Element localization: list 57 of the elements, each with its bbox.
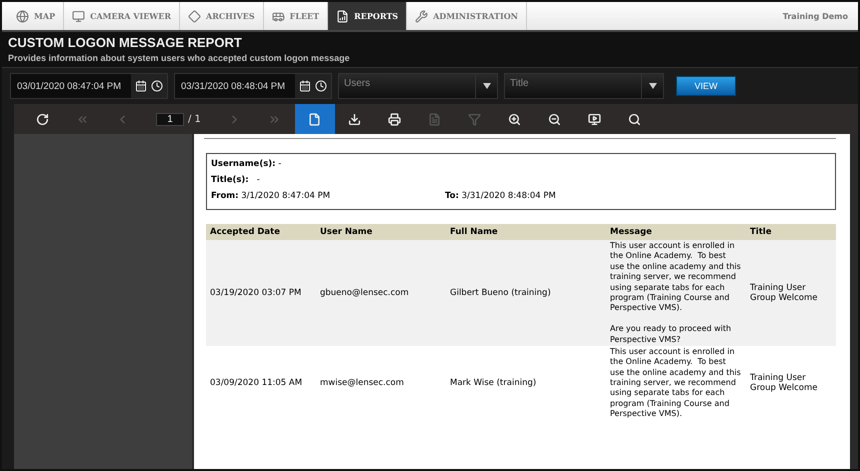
page-icon: [308, 112, 322, 126]
table-cell: Gilbert Bueno (training): [446, 240, 606, 346]
table-cell: 03/09/2020 11:05 AM: [206, 346, 316, 421]
table-cell: Training User Group Welcome: [746, 240, 836, 346]
search-icon: [628, 112, 642, 126]
titles-text: Title(s): -: [211, 175, 260, 185]
globe-icon: [16, 10, 29, 22]
table-cell: mwise@lensec.com: [316, 346, 446, 421]
table-cell: 03/19/2020 03:07 PM: [206, 240, 316, 346]
caret-icon: [482, 83, 490, 89]
column-header: Message: [606, 224, 746, 240]
column-header: User Name: [316, 224, 446, 240]
report-icon: [336, 10, 350, 22]
nav-tab[interactable]: MAP: [8, 2, 64, 30]
usernames-text: Username(s): -: [211, 159, 282, 169]
date-field[interactable]: 03/01/2020 08:47:04 PM: [10, 73, 168, 99]
monitor-icon: [72, 10, 86, 22]
calendar-icon[interactable]: [299, 80, 311, 92]
bus-icon: [272, 10, 285, 22]
table-cell: Training User Group Welcome: [746, 346, 836, 421]
date-field[interactable]: 03/31/2020 08:48:04 PM: [174, 73, 332, 99]
filter-icon: [468, 112, 482, 126]
report-title: CUSTOM LOGON MESSAGE REPORT: [8, 35, 243, 50]
users-dropdown[interactable]: Users: [338, 73, 498, 99]
column-header: Title: [746, 224, 836, 240]
zoom-in-icon: [508, 112, 522, 126]
message-cell: This user account is enrolled in the Online Academy. To best use the online academy and this training server, we recommend using separate tabs for each program (Training Course and Perspective VMS). Are you ready to proceed with Perspective VMS?: [606, 240, 746, 346]
nav-tab[interactable]: REPORTS: [328, 2, 408, 30]
clock-icon[interactable]: [315, 80, 327, 92]
tools-icon: [415, 10, 428, 22]
calendar-icon[interactable]: [135, 80, 147, 92]
account-name: Training Demo: [782, 12, 849, 20]
title-dropdown[interactable]: Title: [504, 73, 664, 99]
nav-tab[interactable]: ADMINISTRATION: [407, 2, 527, 30]
to-text: To: 3/31/2020 8:48:04 PM: [445, 191, 556, 201]
page-total: / 1: [188, 114, 201, 124]
column-header: Accepted Date: [206, 224, 316, 240]
page-button[interactable]: [294, 104, 335, 134]
view-button[interactable]: VIEW: [676, 76, 736, 96]
nav-tab[interactable]: ARCHIVES: [180, 2, 264, 30]
report-subtitle: Provides information about system users who accepted custom logon message: [8, 53, 351, 63]
zoom-out-icon: [548, 112, 562, 126]
diamond-icon: [188, 10, 202, 22]
monitor-icon: [588, 112, 602, 126]
download-icon: [348, 112, 362, 126]
table-cell: gbueno@lensec.com: [316, 240, 446, 346]
page-number-field[interactable]: 1: [156, 112, 184, 126]
column-header: Full Name: [446, 224, 606, 240]
nav-tab[interactable]: CAMERA VIEWER: [64, 2, 180, 30]
clock-icon[interactable]: [151, 80, 163, 92]
refresh-icon: [36, 112, 48, 126]
message-cell: This user account is enrolled in the Online Academy. To best use the online academy and this training server, we recommend using separate tabs for each program (Training Course and Perspective VMS).: [606, 346, 746, 421]
table-cell: Mark Wise (training): [446, 346, 606, 421]
print-icon: [388, 112, 402, 126]
document-icon: [428, 112, 442, 126]
from-text: From: 3/1/2020 8:47:04 PM: [211, 191, 332, 201]
caret-icon: [648, 83, 656, 89]
